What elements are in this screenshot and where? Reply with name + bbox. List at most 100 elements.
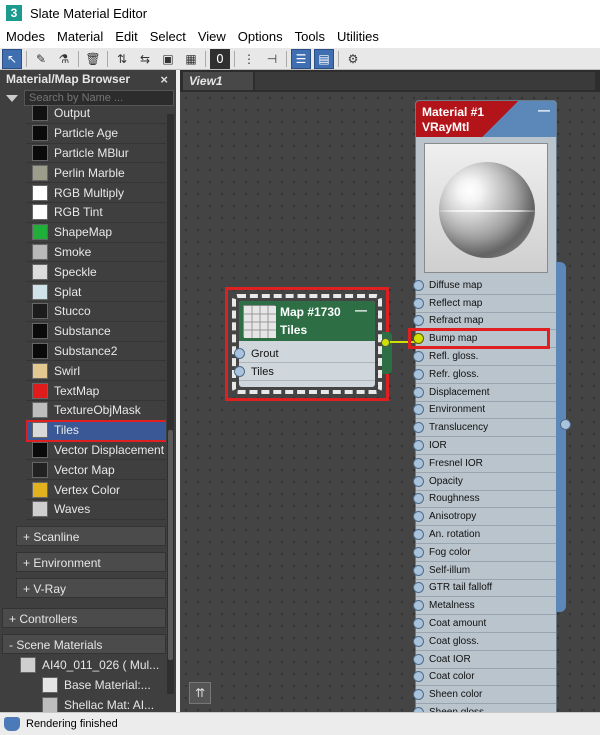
hide-unused-slots-button[interactable]: ⇆ [135,49,155,69]
menu-utilities[interactable]: Utilities [331,26,385,48]
menu-tools[interactable]: Tools [289,26,331,48]
material-slot[interactable]: Metalness [413,597,556,616]
close-icon[interactable]: × [160,72,168,87]
material-map-browser-button[interactable]: ☰ [291,48,311,69]
input-socket-icon[interactable] [234,366,245,377]
map-list-item[interactable]: Substance [26,322,166,342]
input-socket-icon[interactable] [413,440,424,452]
collapse-icon[interactable]: — [538,103,550,117]
output-socket-icon[interactable] [560,419,571,430]
select-by-material-button[interactable]: ⚙ [343,49,363,69]
input-socket-icon[interactable] [413,635,424,647]
map-list-item[interactable]: Vector Displacement [26,441,166,461]
material-slot[interactable]: Coat color [413,669,556,687]
input-socket-icon[interactable] [413,582,424,594]
map-node-header[interactable]: Map #1730 Tiles — [239,301,375,341]
scene-submaterial-item[interactable]: Base Material:... [40,675,151,695]
menu-options[interactable]: Options [232,26,289,48]
map-list-item[interactable]: Output [26,104,166,124]
put-to-scene-button[interactable]: ⚗ [54,49,74,69]
input-socket-icon[interactable] [413,297,424,309]
material-slot[interactable]: Fog color [413,544,556,562]
material-slot[interactable]: Coat gloss. [413,633,556,651]
map-list-item[interactable]: Substance2 [26,342,166,362]
map-slot-grout[interactable]: Grout [234,345,375,363]
material-slot[interactable]: Self-illum [413,562,556,580]
input-socket-icon[interactable] [413,564,424,576]
input-socket-icon[interactable] [413,457,424,469]
move-children-button[interactable]: ⇅ [112,49,132,69]
input-socket-icon[interactable] [413,529,424,541]
material-slot[interactable]: Roughness [413,491,556,509]
input-socket-icon[interactable] [413,386,424,398]
node-view[interactable]: Map #1730 Tiles — Grout Tiles Material #… [180,92,600,712]
show-shaded-material-button[interactable]: ▣ [158,49,178,69]
map-list-item[interactable]: TextMap [26,381,166,401]
map-list-item[interactable]: Particle Age [26,124,166,144]
menu-material[interactable]: Material [51,26,109,48]
map-list-item[interactable]: Waves [26,500,166,520]
material-slot[interactable]: Sheen gloss. [413,704,556,712]
map-list-item[interactable]: Tiles [26,419,166,442]
map-list-item[interactable]: ShapeMap [26,223,166,243]
collapse-arrow-icon[interactable] [6,94,18,102]
map-list-item[interactable]: Swirl [26,361,166,382]
material-slot[interactable]: Environment [413,402,556,420]
show-background-button[interactable]: ▦ [181,49,201,69]
material-slot[interactable]: Coat amount [413,615,556,633]
input-socket-icon[interactable] [413,511,424,523]
map-slot-tiles[interactable]: Tiles [234,363,375,381]
navigate-icon[interactable]: ⇈ [189,682,211,704]
input-socket-icon[interactable] [413,671,424,683]
material-slot[interactable]: Refr. gloss. [413,366,556,384]
map-list-item[interactable]: RGB Multiply [26,183,166,203]
map-list-item[interactable]: TextureObjMask [26,401,166,421]
input-socket-icon[interactable] [413,368,424,380]
menu-modes[interactable]: Modes [0,26,51,48]
lay-out-all-button[interactable]: ⋮ [239,49,259,69]
map-node[interactable]: Map #1730 Tiles — Grout Tiles [232,294,382,394]
input-socket-icon[interactable] [413,279,424,291]
input-socket-icon[interactable] [413,600,424,612]
material-node[interactable]: Material #1 VRayMtl — Diffuse map Reflect… [413,100,557,712]
group-controllers[interactable]: + Controllers [2,608,166,628]
material-slot[interactable]: GTR tail falloff [413,580,556,598]
lay-out-children-button[interactable]: ⊣ [262,49,282,69]
map-list-item[interactable]: RGB Tint [26,203,166,223]
input-socket-icon[interactable] [413,315,424,327]
input-socket-icon[interactable] [413,404,424,416]
output-socket-icon[interactable] [381,338,390,347]
input-socket-icon[interactable] [413,351,424,363]
map-list-item[interactable]: Perlin Marble [26,163,166,184]
select-tool-button[interactable]: ↖ [2,48,22,69]
material-slot[interactable]: Reflect map [413,295,556,313]
group-environment[interactable]: + Environment [16,552,166,572]
map-list-item[interactable]: Splat [26,282,166,302]
map-list-item[interactable]: Speckle [26,262,166,283]
pick-material-button[interactable]: ✎ [31,49,51,69]
collapse-icon[interactable]: — [355,303,367,317]
material-slot[interactable]: IOR [413,437,556,455]
map-list-item[interactable]: Vertex Color [26,480,166,500]
material-slot[interactable]: Fresnel IOR [413,455,556,473]
map-list-item[interactable]: Particle MBlur [26,144,166,164]
input-socket-icon[interactable] [413,618,424,630]
material-slot[interactable]: Sheen color [413,686,556,705]
parameter-editor-button[interactable]: ▤ [314,48,334,69]
material-slot[interactable]: Diffuse map [413,277,556,295]
input-socket-icon[interactable] [413,475,424,487]
material-slot[interactable]: Coat IOR [413,651,556,669]
material-id-button[interactable]: 0 [210,48,230,69]
map-list-item[interactable]: Smoke [26,243,166,263]
scrollbar-thumb[interactable] [168,430,173,660]
delete-selected-button[interactable]: 🗑 [83,49,103,69]
group-scene-materials[interactable]: - Scene Materials [2,634,166,654]
material-slot[interactable]: Anisotropy [413,508,556,527]
material-slot[interactable]: Opacity [413,473,556,491]
material-slot[interactable]: An. rotation [413,526,556,544]
menu-edit[interactable]: Edit [109,26,143,48]
input-socket-icon[interactable] [413,422,424,434]
input-socket-icon[interactable] [413,493,424,505]
input-socket-icon[interactable] [413,653,424,665]
input-socket-icon[interactable] [413,546,424,558]
